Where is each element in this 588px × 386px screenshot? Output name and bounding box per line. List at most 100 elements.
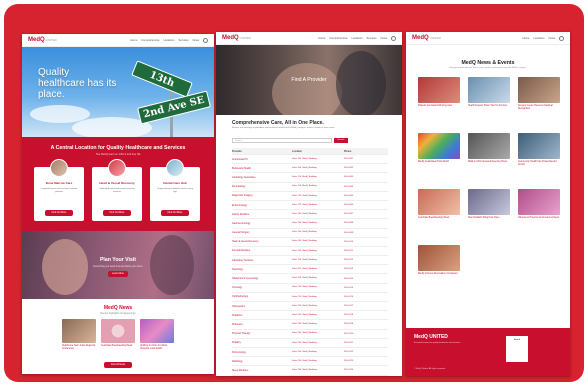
news-image bbox=[468, 189, 510, 215]
news-page-title: MedQ News & Events bbox=[461, 60, 515, 66]
find-out-more-button[interactable]: Find Out More bbox=[45, 210, 73, 216]
find-out-more-button[interactable]: Find Out More bbox=[161, 210, 189, 216]
site-logo[interactable]: MedQUNITED bbox=[28, 37, 57, 43]
provider-name[interactable]: Heart & Vessel Recovery bbox=[232, 240, 292, 243]
news-card[interactable]: Patients Get Award-Winning Care bbox=[418, 77, 460, 127]
nav-link[interactable]: Home bbox=[318, 37, 325, 40]
provider-name[interactable]: Laboratory Services bbox=[232, 259, 292, 262]
news-card[interactable]: Community Health Fair Draws Record Crowd bbox=[518, 133, 560, 183]
table-row[interactable]: Cardiology Associates Suite 110, MedQ Bui… bbox=[232, 173, 388, 183]
provider-name[interactable]: Endocrinology bbox=[232, 204, 292, 207]
nav-link[interactable]: News bbox=[381, 37, 388, 40]
view-all-news-button[interactable]: View All News bbox=[104, 362, 132, 368]
table-row[interactable]: Laboratory Services Suite 155, MedQ Build… bbox=[232, 256, 388, 266]
table-row[interactable]: Pulmonology Suite 245, MedQ Building 555-0… bbox=[232, 348, 388, 358]
provider-name[interactable]: Radiology bbox=[232, 360, 292, 363]
provider-name[interactable]: Ophthalmology bbox=[232, 295, 292, 298]
nav-link[interactable]: Services bbox=[179, 39, 189, 42]
news-card[interactable]: Celebrate Breastfeeding Week bbox=[101, 319, 135, 351]
table-row[interactable]: General Surgery Suite 140, MedQ Building 5… bbox=[232, 229, 388, 238]
provider-location: Suite 201, MedQ Building bbox=[292, 268, 317, 271]
nav-link[interactable]: Comprehensive bbox=[329, 37, 347, 40]
table-row[interactable]: Anesthesia PC Suite 101, MedQ Building 555… bbox=[232, 155, 388, 165]
provider-name[interactable]: Oncology bbox=[232, 286, 292, 289]
news-card[interactable]: New Pediatric Wing Now Open bbox=[468, 189, 510, 239]
table-row[interactable]: Dermatology Suite 115, MedQ Building 555-0… bbox=[232, 183, 388, 192]
provider-name[interactable]: Orthopedics bbox=[232, 305, 292, 308]
table-row[interactable]: Family Medicine Suite 130, MedQ Building 5… bbox=[232, 210, 388, 220]
site-logo[interactable]: MedQUNITED bbox=[222, 35, 251, 41]
nav-link[interactable]: News bbox=[549, 37, 556, 40]
provider-name[interactable]: Obstetrics & Gynecology bbox=[232, 277, 292, 280]
provider-name[interactable]: Podiatry bbox=[232, 341, 292, 344]
provider-name[interactable]: Cardiology Associates bbox=[232, 176, 292, 179]
news-card[interactable]: Celebrate Breastfeeding Week bbox=[418, 189, 460, 239]
nav-link[interactable]: Locations bbox=[351, 37, 362, 40]
nav-link[interactable]: Locations bbox=[163, 39, 174, 42]
provider-name[interactable]: Internal Medicine bbox=[232, 249, 292, 252]
table-row[interactable]: Heart & Vessel Recovery Suite 145, MedQ B… bbox=[232, 238, 388, 247]
news-image bbox=[62, 319, 96, 343]
provider-name[interactable]: Gastroenterology bbox=[232, 222, 292, 225]
table-row[interactable]: Pediatrics Suite 225, MedQ Building 555-01… bbox=[232, 311, 388, 321]
table-row[interactable]: Physical Therapy Suite 235, MedQ Building… bbox=[232, 330, 388, 339]
nav-link[interactable]: Home bbox=[130, 39, 137, 42]
news-card[interactable]: Healthcare Team Joins Regional Conferenc… bbox=[62, 319, 96, 351]
table-row[interactable]: Sleep Medicine Suite 255, MedQ Building 55… bbox=[232, 366, 388, 376]
table-row[interactable]: Obstetrics & Gynecology Suite 205, MedQ B… bbox=[232, 274, 388, 284]
news-card[interactable]: Surgery Center Receives National Recogni… bbox=[518, 77, 560, 127]
provider-name[interactable]: Pharmacy bbox=[232, 323, 292, 326]
directory-intro: Browse our directory of providers and se… bbox=[232, 127, 335, 129]
provider-name[interactable]: Dermatology bbox=[232, 185, 292, 188]
news-card[interactable]: MedQ Celebrates Pride Month bbox=[418, 133, 460, 183]
nav-link[interactable]: News bbox=[193, 39, 200, 42]
provider-name[interactable]: Family Medicine bbox=[232, 213, 292, 216]
directory-search-input[interactable]: Search bbox=[232, 138, 332, 143]
table-row[interactable]: Internal Medicine Suite 150, MedQ Buildin… bbox=[232, 247, 388, 257]
table-row[interactable]: Oncology Suite 210, MedQ Building 555-0115 bbox=[232, 284, 388, 293]
table-row[interactable]: Urgent CareSuite 260, MedQ Building555-0… bbox=[232, 376, 388, 377]
provider-phone: 555-0116 bbox=[344, 295, 354, 298]
news-card[interactable]: Volunteers Honored at Annual Luncheon bbox=[518, 189, 560, 239]
provider-name[interactable]: Physical Therapy bbox=[232, 332, 292, 335]
news-card[interactable]: Walk-In Clinic Expands Evening Hours bbox=[468, 133, 510, 183]
table-row[interactable]: Radiology Suite 250, MedQ Building 555-012… bbox=[232, 357, 388, 367]
provider-location: Suite 235, MedQ Building bbox=[292, 332, 317, 335]
news-card[interactable]: MedQ Campus Renovation Completed bbox=[418, 245, 460, 295]
provider-name[interactable]: Behavioral Health bbox=[232, 167, 292, 170]
table-row[interactable]: Pharmacy Suite 230, MedQ Building 555-0119 bbox=[232, 320, 388, 330]
provider-phone: 555-0115 bbox=[344, 286, 354, 289]
provider-name[interactable]: Anesthesia PC bbox=[232, 158, 292, 161]
table-row[interactable]: Neurology Suite 201, MedQ Building 555-011… bbox=[232, 265, 388, 275]
footer-logo[interactable]: MedQ UNITED bbox=[414, 334, 448, 340]
news-caption: Healthcare Team Joins Regional Conferenc… bbox=[62, 345, 96, 350]
nav-link[interactable]: Home bbox=[522, 37, 529, 40]
search-icon[interactable] bbox=[203, 37, 208, 43]
table-row[interactable]: Endocrinology Suite 122, MedQ Building 555… bbox=[232, 201, 388, 211]
table-row[interactable]: Podiatry Suite 240, MedQ Building 555-0121 bbox=[232, 339, 388, 348]
table-row[interactable]: Diagnostic Imaging Suite 120, MedQ Buildi… bbox=[232, 192, 388, 201]
provider-name[interactable]: Pediatrics bbox=[232, 314, 292, 317]
provider-name[interactable]: Sleep Medicine bbox=[232, 369, 292, 372]
provider-name[interactable]: General Surgery bbox=[232, 231, 292, 234]
find-out-more-button[interactable]: Find Out More bbox=[103, 210, 131, 216]
avatar bbox=[166, 159, 184, 177]
news-card[interactable]: Uplifting In-Clinic Art Show Supports Lo… bbox=[140, 319, 174, 351]
search-icon[interactable] bbox=[391, 35, 396, 41]
news-card[interactable]: Health Experts Share Tips for Summer bbox=[468, 77, 510, 127]
site-logo[interactable]: MedQUNITED bbox=[412, 35, 441, 41]
provider-name[interactable]: Diagnostic Imaging bbox=[232, 194, 292, 197]
provider-name[interactable]: Neurology bbox=[232, 268, 292, 271]
table-row[interactable]: Ophthalmology Suite 215, MedQ Building 555… bbox=[232, 293, 388, 302]
search-icon[interactable] bbox=[559, 35, 564, 41]
location-title: A Central Location for Quality Healthcar… bbox=[50, 145, 186, 151]
table-row[interactable]: Behavioral Health Suite 104, MedQ Buildin… bbox=[232, 164, 388, 174]
plan-visit-button[interactable]: Learn More bbox=[108, 271, 128, 277]
nav-link[interactable]: Locations bbox=[533, 37, 544, 40]
nav-link[interactable]: Comprehensive bbox=[141, 39, 159, 42]
table-row[interactable]: Orthopedics Suite 220, MedQ Building 555-0… bbox=[232, 302, 388, 312]
nav-link[interactable]: Services bbox=[367, 37, 377, 40]
table-row[interactable]: Gastroenterology Suite 134, MedQ Building… bbox=[232, 219, 388, 229]
directory-search-button[interactable]: Search bbox=[334, 138, 348, 143]
provider-name[interactable]: Pulmonology bbox=[232, 351, 292, 354]
